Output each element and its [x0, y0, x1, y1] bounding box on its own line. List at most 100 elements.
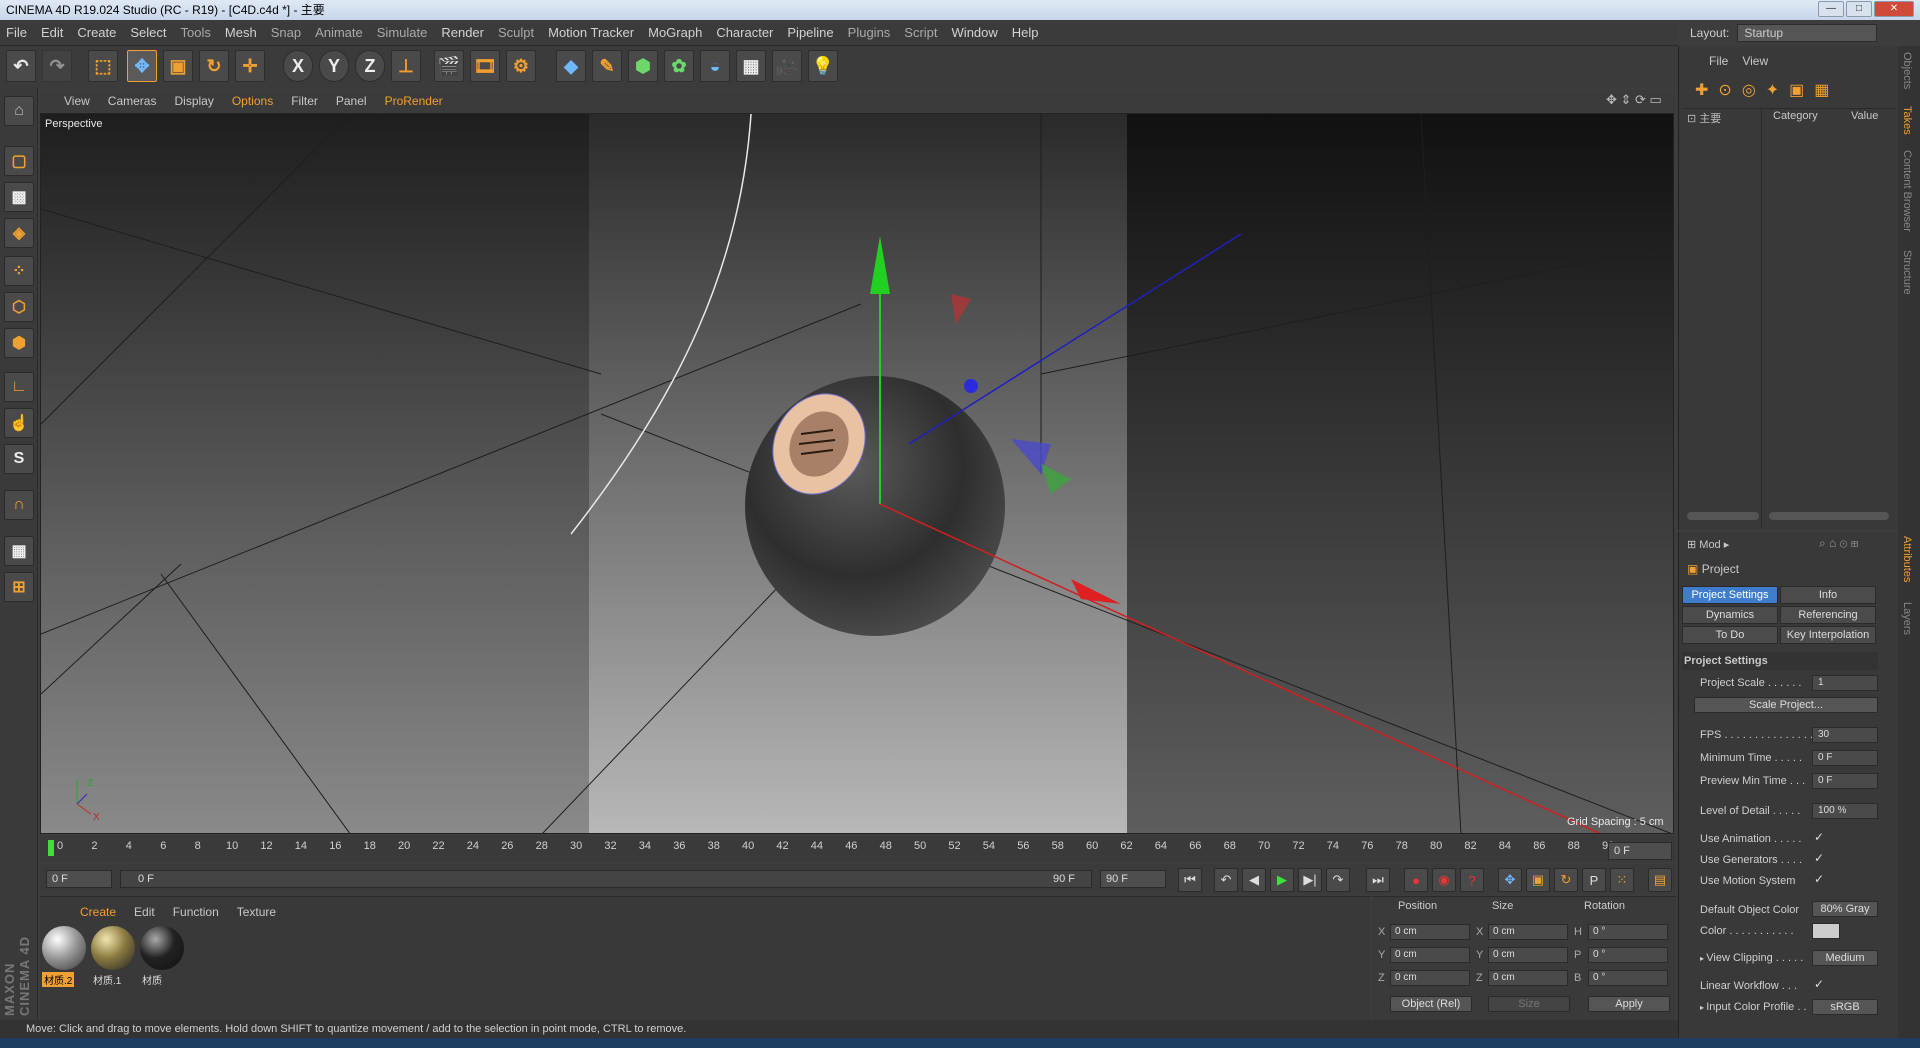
mat-menu-create[interactable]: Create — [80, 905, 116, 919]
use-generators-checkbox[interactable]: ✓ — [1814, 851, 1824, 865]
position-z-field[interactable]: 0 cm — [1390, 970, 1470, 986]
prop-min-time-field[interactable]: 0 F — [1812, 750, 1878, 766]
minimize-button[interactable]: — — [1818, 1, 1844, 17]
menu-sculpt[interactable]: Sculpt — [498, 25, 534, 40]
layout-dropdown[interactable]: Startup — [1737, 24, 1878, 42]
workplane-lock-icon[interactable]: ▦ — [4, 536, 34, 566]
maximize-button[interactable]: □ — [1846, 1, 1872, 17]
end-frame-field[interactable]: 90 F — [1100, 870, 1166, 888]
prop-preview-min-time-field[interactable]: 0 F — [1812, 773, 1878, 789]
vp-menu-display[interactable]: Display — [174, 94, 213, 108]
take-tree-item[interactable]: ⊡ 主要 — [1687, 110, 1721, 126]
prop-project-scale-field[interactable]: 1 — [1812, 675, 1878, 691]
vp-menu-options[interactable]: Options — [232, 94, 273, 108]
undo-button[interactable]: ↶ — [6, 50, 36, 82]
play-icon[interactable]: ▶ — [1270, 868, 1294, 892]
scale-project-button[interactable]: Scale Project... — [1694, 697, 1878, 713]
size-y-field[interactable]: 0 cm — [1488, 947, 1568, 963]
y-axis-lock-button[interactable]: Y — [319, 50, 349, 82]
tab-referencing[interactable]: Referencing — [1780, 606, 1876, 624]
points-mode-icon[interactable]: ⁘ — [4, 256, 34, 286]
coordinate-system-icon[interactable]: ⊥ — [391, 50, 421, 82]
viewport-navigation-icons[interactable]: ✥ ⇕ ⟳ ▭ — [1606, 92, 1662, 108]
default-object-color-dropdown[interactable]: 80% Gray — [1812, 901, 1878, 917]
menu-character[interactable]: Character — [716, 25, 773, 40]
menu-simulate[interactable]: Simulate — [377, 25, 428, 40]
prop-level-of-detail-field[interactable]: 100 % — [1812, 803, 1878, 819]
side-tab-objects[interactable]: Objects — [1901, 52, 1913, 89]
rotation-h-field[interactable]: 0 ° — [1588, 924, 1668, 940]
menu-file[interactable]: File — [6, 25, 27, 40]
autokeying-icon[interactable]: ◉ — [1432, 868, 1456, 892]
coord-mode-dropdown[interactable]: Object (Rel) — [1390, 996, 1472, 1012]
record-rotation-icon[interactable]: ↻ — [1554, 868, 1578, 892]
vp-menu-filter[interactable]: Filter — [291, 94, 318, 108]
tweak-mode-icon[interactable]: ☝ — [4, 408, 34, 438]
linear-workflow-checkbox[interactable]: ✓ — [1814, 977, 1824, 991]
menu-mograph[interactable]: MoGraph — [648, 25, 702, 40]
rotation-b-field[interactable]: 0 ° — [1588, 970, 1668, 986]
apply-button[interactable]: Apply — [1588, 996, 1670, 1012]
input-color-profile-dropdown[interactable]: sRGB — [1812, 999, 1878, 1015]
close-button[interactable]: ✕ — [1874, 1, 1914, 17]
menu-window[interactable]: Window — [952, 25, 998, 40]
menu-snap[interactable]: Snap — [271, 25, 301, 40]
frame-range-slider[interactable]: 0 F 90 F — [120, 870, 1092, 888]
menu-edit[interactable]: Edit — [41, 25, 63, 40]
perspective-viewport[interactable]: Z X Perspective Grid Spacing : 5 cm — [40, 113, 1674, 834]
live-selection-icon[interactable]: ⬚ — [88, 50, 118, 82]
tab-to-do[interactable]: To Do — [1682, 626, 1778, 644]
size-x-field[interactable]: 0 cm — [1488, 924, 1568, 940]
menu-tools[interactable]: Tools — [181, 25, 211, 40]
next-key-icon[interactable]: ↷ — [1326, 868, 1350, 892]
tab-project-settings[interactable]: Project Settings — [1682, 586, 1778, 604]
tab-dynamics[interactable]: Dynamics — [1682, 606, 1778, 624]
render-picture-viewer-icon[interactable]: 🎞 — [470, 50, 500, 82]
menu-animate[interactable]: Animate — [315, 25, 363, 40]
rotate-tool-icon[interactable]: ↻ — [199, 50, 229, 82]
use-animation-checkbox[interactable]: ✓ — [1814, 830, 1824, 844]
menu-create[interactable]: Create — [77, 25, 116, 40]
camera-icon[interactable]: 🎥 — [772, 50, 802, 82]
mat-menu-texture[interactable]: Texture — [237, 905, 276, 919]
rotation-p-field[interactable]: 0 ° — [1588, 947, 1668, 963]
attr-mode-menu[interactable]: ⊞ Mod ▸ — [1687, 538, 1729, 551]
deformer-icon[interactable]: ◒ — [700, 50, 730, 82]
side-tab-takes[interactable]: Takes — [1901, 106, 1913, 135]
next-frame-icon[interactable]: ▶| — [1298, 868, 1322, 892]
workplane-icon[interactable]: ◈ — [4, 218, 34, 248]
timeline-window-icon[interactable]: ▤ — [1648, 868, 1672, 892]
vp-menu-cameras[interactable]: Cameras — [108, 94, 157, 108]
tab-key-interpolation[interactable]: Key Interpolation — [1780, 626, 1876, 644]
previous-frame-icon[interactable]: ◀ — [1242, 868, 1266, 892]
x-axis-lock-button[interactable]: X — [283, 50, 313, 82]
side-tab-attributes[interactable]: Attributes — [1901, 536, 1913, 582]
side-tab-content-browser[interactable]: Content Browser — [1901, 150, 1913, 232]
axis-mode-icon[interactable]: ∟ — [4, 372, 34, 402]
obj-right-scrollbar[interactable] — [1769, 512, 1889, 520]
obj-menu-view[interactable]: View — [1742, 54, 1768, 68]
render-settings-icon[interactable]: ⚙ — [506, 50, 536, 82]
redo-button[interactable]: ↷ — [42, 50, 72, 82]
color-swatch[interactable] — [1812, 923, 1840, 939]
position-y-field[interactable]: 0 cm — [1390, 947, 1470, 963]
menu-select[interactable]: Select — [130, 25, 166, 40]
menu-motion-tracker[interactable]: Motion Tracker — [548, 25, 634, 40]
subdivision-icon[interactable]: ⬢ — [628, 50, 658, 82]
view-clipping-dropdown[interactable]: Medium — [1812, 950, 1878, 966]
record-position-icon[interactable]: ✥ — [1498, 868, 1522, 892]
render-view-icon[interactable]: 🎬 — [434, 50, 464, 82]
record-scale-icon[interactable]: ▣ — [1526, 868, 1550, 892]
menu-script[interactable]: Script — [904, 25, 937, 40]
cloner-icon[interactable]: ✿ — [664, 50, 694, 82]
model-mode-icon[interactable]: ▢ — [4, 146, 34, 176]
side-tab-layers[interactable]: Layers — [1901, 602, 1913, 635]
recent-tool-icon[interactable]: ✛ — [235, 50, 265, 82]
attr-header-icons[interactable]: ⌕ ⌂ ⊙ ⊞ — [1819, 536, 1858, 551]
record-active-objects-icon[interactable]: ● — [1404, 868, 1428, 892]
light-icon[interactable]: 💡 — [808, 50, 838, 82]
vp-menu-prorender[interactable]: ProRender — [385, 94, 443, 108]
size-mode-dropdown[interactable]: Size — [1488, 996, 1570, 1012]
mat-menu-function[interactable]: Function — [173, 905, 219, 919]
record-pla-icon[interactable]: ⁙ — [1610, 868, 1634, 892]
